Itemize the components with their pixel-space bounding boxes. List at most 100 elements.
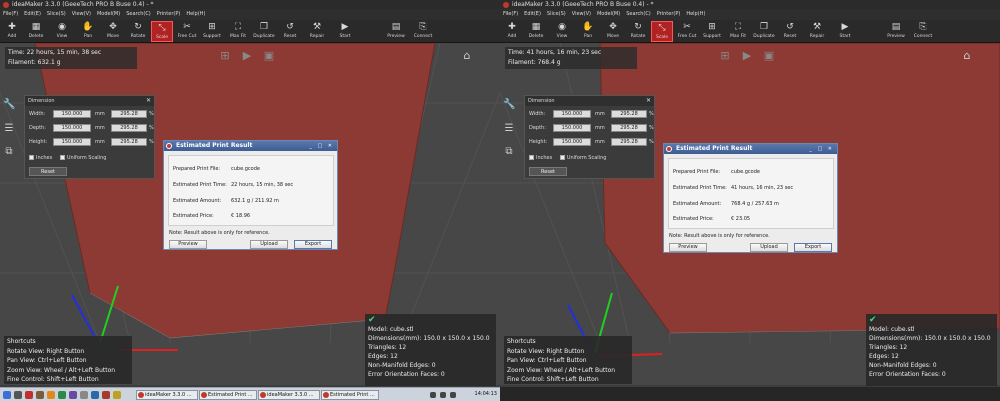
close-icon[interactable]: ✕ bbox=[646, 96, 651, 106]
connect-button[interactable]: ⎘ Connect bbox=[412, 21, 434, 42]
export-button[interactable]: Export bbox=[794, 243, 832, 252]
reset-button[interactable]: ↺ Reset bbox=[279, 21, 301, 42]
height-input[interactable]: 150.000 bbox=[553, 138, 591, 146]
scale-button[interactable]: ⤡ Scale bbox=[651, 21, 673, 42]
export-button[interactable]: Export bbox=[294, 240, 332, 249]
menu-edit[interactable]: Edit(E) bbox=[24, 11, 41, 17]
menu-help[interactable]: Help(H) bbox=[186, 11, 205, 17]
height-pct-input[interactable]: 295.28 bbox=[611, 138, 647, 146]
depth-pct-input[interactable]: 295.28 bbox=[611, 124, 647, 132]
layers-icon[interactable]: ⧉ bbox=[503, 146, 515, 158]
width-input[interactable]: 150.000 bbox=[53, 110, 91, 118]
add-button[interactable]: ✚ Add bbox=[1, 21, 23, 42]
move-button[interactable]: ✥ Move bbox=[102, 21, 124, 42]
connect-button[interactable]: ⎘ Connect bbox=[912, 21, 934, 42]
image-view-icon[interactable]: ▣ bbox=[262, 49, 276, 62]
menu-view[interactable]: View(V) bbox=[72, 11, 91, 17]
terminal-icon[interactable] bbox=[58, 391, 66, 399]
free-cut-button[interactable]: ✂ Free Cut bbox=[676, 21, 698, 42]
window-controls-icon[interactable]: _ □ ✕ bbox=[309, 141, 334, 151]
reset-button[interactable]: ↺ Reset bbox=[779, 21, 801, 42]
menu-model[interactable]: Model(M) bbox=[97, 11, 120, 17]
list-icon[interactable]: ☰ bbox=[503, 123, 515, 135]
taskbar-item-ideamaker-2[interactable]: ideaMaker 3.3.0 ... bbox=[258, 390, 320, 400]
support-button[interactable]: ⊞ Support bbox=[201, 21, 223, 42]
menu-edit[interactable]: Edit(E) bbox=[524, 11, 541, 17]
view-button[interactable]: ◉ View bbox=[551, 21, 573, 42]
width-pct-input[interactable]: 295.28 bbox=[111, 110, 147, 118]
dimension-reset-button[interactable]: Reset bbox=[29, 167, 67, 176]
battery-icon[interactable] bbox=[450, 392, 456, 398]
taskbar-item-ideamaker-1[interactable]: ideaMaker 3.3.0 ... bbox=[136, 390, 198, 400]
height-input[interactable]: 150.000 bbox=[53, 138, 91, 146]
notes-icon[interactable] bbox=[113, 391, 121, 399]
editor-icon[interactable] bbox=[69, 391, 77, 399]
free-cut-button[interactable]: ✂ Free Cut bbox=[176, 21, 198, 42]
scale-button[interactable]: ⤡ Scale bbox=[151, 21, 173, 42]
dimension-reset-button[interactable]: Reset bbox=[529, 167, 567, 176]
menu-printer[interactable]: Printer(P) bbox=[157, 11, 181, 17]
start-button[interactable]: ▶ Start bbox=[834, 21, 856, 42]
max-fit-button[interactable]: ⛶ Max Fit bbox=[227, 21, 249, 42]
app-launcher-icon[interactable] bbox=[25, 391, 33, 399]
pan-button[interactable]: ✋ Pan bbox=[77, 21, 99, 42]
media-icon[interactable] bbox=[102, 391, 110, 399]
height-pct-input[interactable]: 295.28 bbox=[111, 138, 147, 146]
view-button[interactable]: ◉ View bbox=[51, 21, 73, 42]
width-pct-input[interactable]: 295.28 bbox=[611, 110, 647, 118]
menu-search[interactable]: Search(C) bbox=[626, 11, 651, 17]
preview-dialog-button[interactable]: Preview bbox=[169, 240, 207, 249]
taskbar-item-estimate-1[interactable]: Estimated Print ... bbox=[199, 390, 257, 400]
support-button[interactable]: ⊞ Support bbox=[701, 21, 723, 42]
menu-slice[interactable]: Slice(S) bbox=[547, 11, 566, 17]
menu-model[interactable]: Model(M) bbox=[597, 11, 620, 17]
list-icon[interactable]: ☰ bbox=[3, 123, 15, 135]
start-button[interactable]: ▶ Start bbox=[334, 21, 356, 42]
width-input[interactable]: 150.000 bbox=[553, 110, 591, 118]
menu-view[interactable]: View(V) bbox=[572, 11, 591, 17]
close-icon[interactable]: ✕ bbox=[146, 96, 151, 106]
duplicate-button[interactable]: ❐ Duplicate bbox=[753, 21, 775, 42]
menu-help[interactable]: Help(H) bbox=[686, 11, 705, 17]
depth-input[interactable]: 150.000 bbox=[53, 124, 91, 132]
upload-button[interactable]: Upload bbox=[750, 243, 788, 252]
inches-checkbox[interactable] bbox=[529, 155, 534, 160]
menu-printer[interactable]: Printer(P) bbox=[657, 11, 681, 17]
delete-button[interactable]: ▦ Delete bbox=[25, 21, 47, 42]
window-icon[interactable] bbox=[91, 391, 99, 399]
pan-button[interactable]: ✋ Pan bbox=[577, 21, 599, 42]
add-view-icon[interactable]: ⊞ bbox=[218, 49, 232, 62]
repair-button[interactable]: ⚒ Repair bbox=[306, 21, 328, 42]
files-icon[interactable] bbox=[36, 391, 44, 399]
preview-button[interactable]: ▤ Preview bbox=[885, 21, 907, 42]
rotate-button[interactable]: ↻ Rotate bbox=[127, 21, 149, 42]
rotate-button[interactable]: ↻ Rotate bbox=[627, 21, 649, 42]
upload-button[interactable]: Upload bbox=[250, 240, 288, 249]
menu-slice[interactable]: Slice(S) bbox=[47, 11, 66, 17]
home-view-icon[interactable]: ⌂ bbox=[960, 49, 974, 62]
uniform-scaling-checkbox[interactable] bbox=[559, 155, 565, 160]
image-view-icon[interactable]: ▣ bbox=[762, 49, 776, 62]
inches-checkbox[interactable] bbox=[29, 155, 34, 160]
add-button[interactable]: ✚ Add bbox=[501, 21, 523, 42]
window-controls-icon[interactable]: _ □ ✕ bbox=[809, 144, 834, 154]
menu-search[interactable]: Search(C) bbox=[126, 11, 151, 17]
delete-button[interactable]: ▦ Delete bbox=[525, 21, 547, 42]
repair-button[interactable]: ⚒ Repair bbox=[806, 21, 828, 42]
play-view-icon[interactable]: ▶ bbox=[240, 49, 254, 62]
uniform-scaling-checkbox[interactable] bbox=[59, 155, 65, 160]
depth-pct-input[interactable]: 295.28 bbox=[111, 124, 147, 132]
wrench-icon[interactable]: 🔧 bbox=[503, 99, 515, 111]
menu-file[interactable]: File(F) bbox=[3, 11, 18, 17]
wrench-icon[interactable]: 🔧 bbox=[3, 99, 15, 111]
preview-button[interactable]: ▤ Preview bbox=[385, 21, 407, 42]
layers-icon[interactable]: ⧉ bbox=[3, 146, 15, 158]
duplicate-button[interactable]: ❐ Duplicate bbox=[253, 21, 275, 42]
volume-icon[interactable] bbox=[440, 392, 446, 398]
depth-input[interactable]: 150.000 bbox=[553, 124, 591, 132]
start-menu-icon[interactable] bbox=[3, 391, 11, 399]
max-fit-button[interactable]: ⛶ Max Fit bbox=[727, 21, 749, 42]
menu-file[interactable]: File(F) bbox=[503, 11, 518, 17]
taskbar-item-estimate-2[interactable]: Estimated Print ... bbox=[321, 390, 379, 400]
home-view-icon[interactable]: ⌂ bbox=[460, 49, 474, 62]
